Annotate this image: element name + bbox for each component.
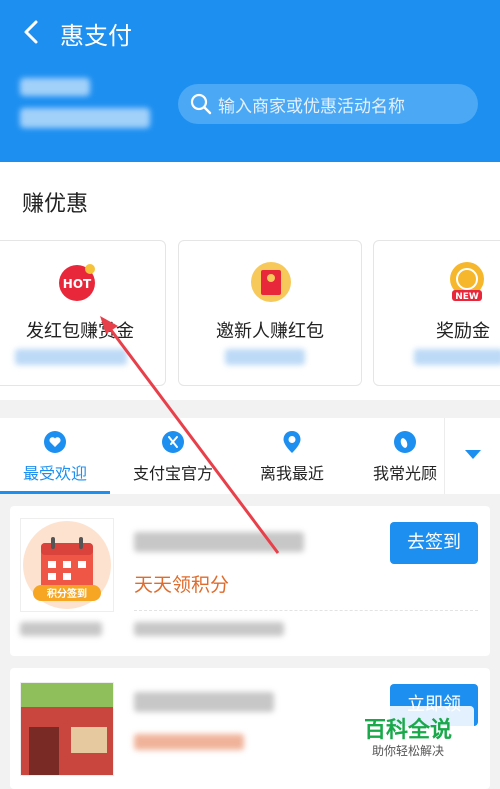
search-icon <box>190 93 212 115</box>
svg-text:HOT: HOT <box>63 277 92 291</box>
red-envelope-icon <box>251 262 291 302</box>
tab-nearest[interactable]: 离我最近 <box>237 418 347 494</box>
card-label: 奖励金 <box>436 321 490 342</box>
calendar-checkin-icon: 积分签到 <box>23 521 111 609</box>
checkin-button[interactable]: 去签到 <box>390 522 478 564</box>
blurred-tagline <box>134 734 244 750</box>
watermark-subtitle: 助你轻松解决 <box>372 744 445 758</box>
card-invite-friends[interactable]: 邀新人赚红包 <box>178 240 362 386</box>
list-item[interactable]: 积分签到 天天领积分 去签到 <box>10 506 490 656</box>
svg-text:NEW: NEW <box>455 292 479 302</box>
item-tagline: 天天领积分 <box>134 574 230 596</box>
filter-tabs: 最受欢迎 支付宝官方 离我最近 我常光顾 <box>0 418 500 494</box>
tab-label: 支付宝官方 <box>132 464 213 483</box>
divider <box>134 610 478 611</box>
blurred-merchant-name <box>134 532 304 552</box>
blurred-location-detail <box>20 108 150 128</box>
blurred-text <box>225 349 305 365</box>
merchant-thumbnail: 积分签到 <box>20 518 114 612</box>
tab-most-popular[interactable]: 最受欢迎 <box>0 418 110 494</box>
blurred-text <box>414 349 500 365</box>
watermark-logo: 百科全说 助你轻松解决 <box>354 706 474 766</box>
watermark-title: 百科全说 <box>364 718 453 743</box>
page-title: 惠支付 <box>60 22 132 50</box>
blurred-text <box>20 622 102 636</box>
tab-label: 离我最近 <box>259 464 324 483</box>
search-placeholder: 输入商家或优惠活动名称 <box>218 97 405 117</box>
section-title: 赚优惠 <box>22 192 89 217</box>
card-red-packet-bounty[interactable]: HOT 发红包赚赏金 <box>0 240 166 386</box>
thumb-label: 积分签到 <box>47 587 87 600</box>
card-label: 邀新人赚红包 <box>216 321 324 342</box>
app-header: 惠支付 输入商家或优惠活动名称 <box>0 0 500 162</box>
merchant-thumbnail <box>20 682 114 776</box>
chevron-down-icon <box>465 450 481 459</box>
blurred-text <box>15 349 127 365</box>
blurred-text <box>134 622 284 636</box>
back-arrow-icon[interactable] <box>18 18 46 46</box>
card-label: 发红包赚赏金 <box>26 321 134 342</box>
tab-alipay-official[interactable]: 支付宝官方 <box>118 418 228 494</box>
alipay-icon <box>162 431 184 453</box>
hot-badge-icon: HOT <box>59 264 95 301</box>
card-reward-bonus[interactable]: NEW 奖励金 <box>373 240 500 386</box>
new-reward-icon: NEW <box>450 262 484 302</box>
footprint-icon <box>394 431 416 453</box>
blurred-location <box>20 78 90 96</box>
search-input[interactable]: 输入商家或优惠活动名称 <box>178 84 478 124</box>
earn-section: 赚优惠 HOT 发红包赚赏金 邀新人赚红包 NEW 奖励金 <box>0 162 500 400</box>
blurred-merchant-name <box>134 692 274 712</box>
tab-expand-button[interactable] <box>444 418 500 494</box>
location-pin-icon <box>283 431 301 453</box>
active-tab-indicator <box>0 491 110 494</box>
tab-label: 最受欢迎 <box>22 464 87 483</box>
heart-icon <box>44 431 66 453</box>
